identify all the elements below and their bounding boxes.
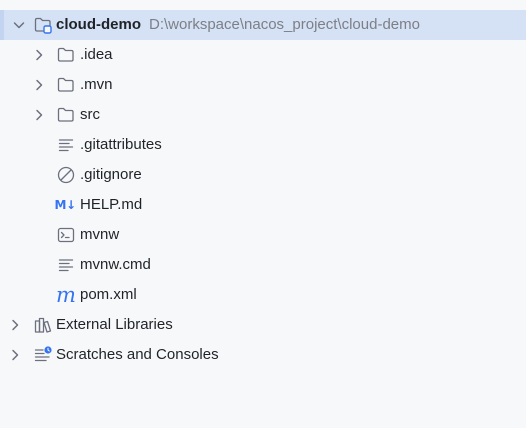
- chevron-right-icon[interactable]: [31, 107, 47, 123]
- tree-root-project[interactable]: cloud-demo D:\workspace\nacos_project\clo…: [0, 10, 526, 40]
- project-name: cloud-demo: [56, 16, 141, 33]
- library-icon: [33, 315, 53, 335]
- folder-icon: [56, 75, 76, 95]
- maven-icon: m: [56, 283, 76, 307]
- scratches-icon: [33, 345, 53, 365]
- tree-item-mvn-folder[interactable]: .mvn: [0, 70, 526, 100]
- tree-item-label: mvnw.cmd: [80, 256, 151, 273]
- tree-item-pom-xml-file[interactable]: m pom.xml: [0, 280, 526, 310]
- shell-script-icon: [56, 225, 76, 245]
- tree-item-label: .mvn: [80, 76, 113, 93]
- folder-icon: [56, 105, 76, 125]
- tree-item-label: .gitattributes: [80, 136, 162, 153]
- tree-item-label: mvnw: [80, 226, 120, 243]
- tree-item-gitignore-file[interactable]: .gitignore: [0, 160, 526, 190]
- tree-item-mvnw-file[interactable]: mvnw: [0, 220, 526, 250]
- tree-item-label: src: [80, 106, 100, 123]
- tree-item-mvnw-cmd-file[interactable]: mvnw.cmd: [0, 250, 526, 280]
- tree-item-label: Scratches and Consoles: [56, 346, 219, 363]
- tree-item-label: .gitignore: [80, 166, 142, 183]
- tree-item-label: pom.xml: [80, 286, 137, 303]
- folder-icon: [56, 45, 76, 65]
- tree-item-idea-folder[interactable]: .idea: [0, 40, 526, 70]
- project-path: D:\workspace\nacos_project\cloud-demo: [149, 16, 420, 33]
- tree-item-gitattributes-file[interactable]: .gitattributes: [0, 130, 526, 160]
- markdown-icon: M↓: [54, 198, 77, 212]
- tree-item-external-libraries[interactable]: External Libraries: [0, 310, 526, 340]
- chevron-right-icon[interactable]: [31, 77, 47, 93]
- tree-item-help-md-file[interactable]: M↓ HELP.md: [0, 190, 526, 220]
- project-tree: cloud-demo D:\workspace\nacos_project\clo…: [0, 10, 526, 370]
- chevron-right-icon[interactable]: [31, 47, 47, 63]
- chevron-right-icon[interactable]: [7, 347, 23, 363]
- chevron-right-icon[interactable]: [7, 317, 23, 333]
- chevron-down-icon[interactable]: [11, 17, 27, 33]
- text-file-icon: [56, 135, 76, 155]
- project-folder-icon: [33, 15, 53, 35]
- tree-item-label: HELP.md: [80, 196, 143, 213]
- tree-item-src-folder[interactable]: src: [0, 100, 526, 130]
- tree-item-scratches-and-consoles[interactable]: Scratches and Consoles: [0, 340, 526, 370]
- text-file-icon: [56, 255, 76, 275]
- project-name-label: cloud-demo D:\workspace\nacos_project\clo…: [56, 16, 420, 34]
- ignore-file-icon: [56, 165, 76, 185]
- tree-item-label: .idea: [80, 46, 113, 63]
- tree-item-label: External Libraries: [56, 316, 173, 333]
